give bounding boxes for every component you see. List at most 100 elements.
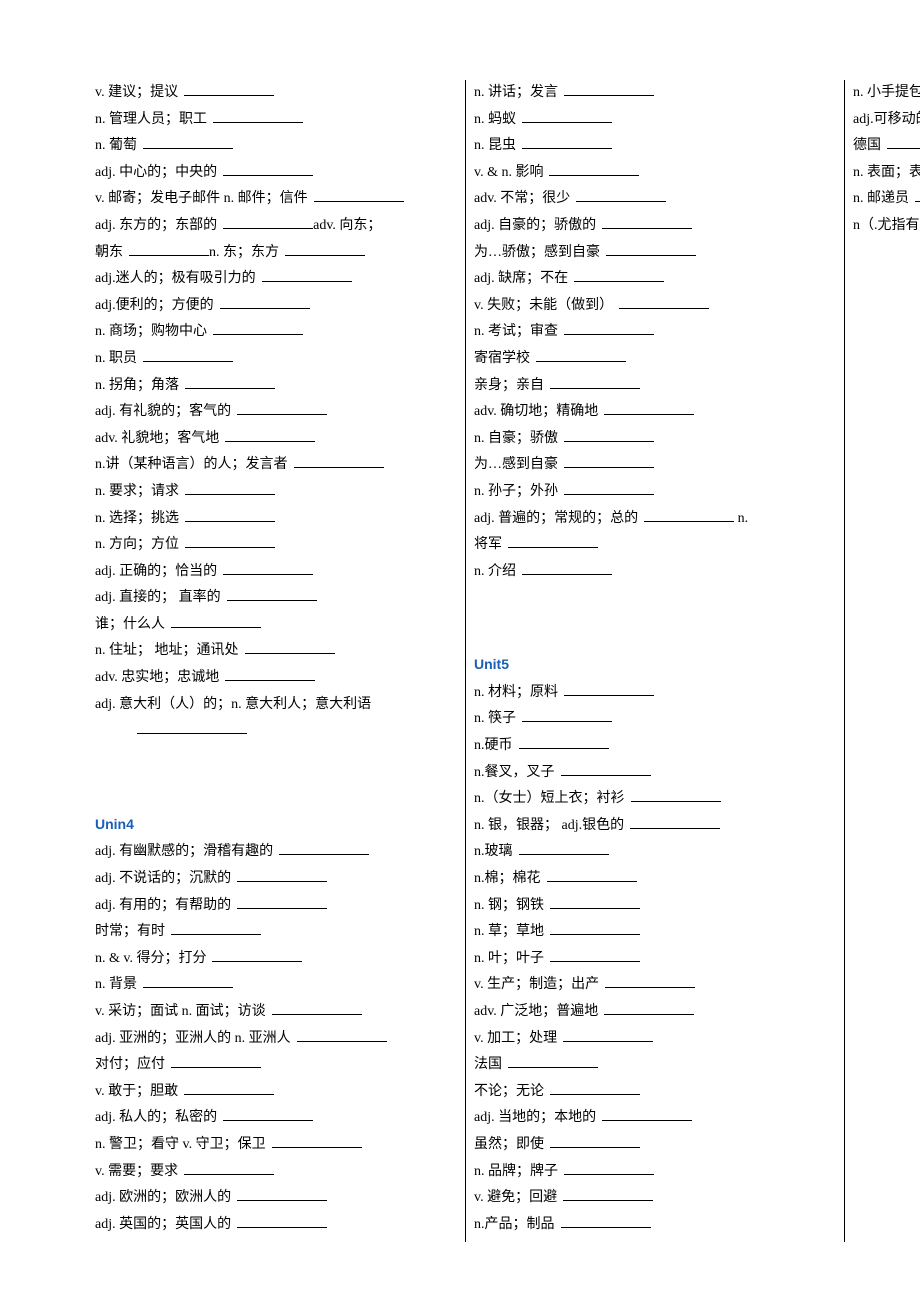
answer-blank[interactable] [185, 533, 275, 548]
answer-blank[interactable] [294, 453, 384, 468]
answer-blank[interactable] [564, 480, 654, 495]
answer-blank[interactable] [171, 1053, 261, 1068]
answer-blank[interactable] [522, 108, 612, 123]
answer-blank[interactable] [564, 453, 654, 468]
answer-blank[interactable] [631, 787, 721, 802]
answer-blank[interactable] [225, 427, 315, 442]
answer-blank[interactable] [237, 1186, 327, 1201]
answer-blank[interactable] [561, 761, 651, 776]
answer-blank[interactable] [225, 666, 315, 681]
answer-blank[interactable] [184, 1160, 274, 1175]
answer-blank[interactable] [137, 719, 247, 734]
answer-blank[interactable] [314, 187, 404, 202]
answer-blank[interactable] [245, 639, 335, 654]
answer-blank[interactable] [549, 161, 639, 176]
answer-blank[interactable] [522, 134, 612, 149]
answer-blank[interactable] [561, 1213, 651, 1228]
answer-blank[interactable] [602, 1106, 692, 1121]
answer-blank[interactable] [619, 294, 709, 309]
answer-blank[interactable] [550, 1080, 640, 1095]
vocab-line: n. 邮递员 [853, 186, 920, 213]
answer-blank[interactable] [129, 241, 209, 256]
answer-blank[interactable] [602, 214, 692, 229]
answer-blank[interactable] [508, 1053, 598, 1068]
definition-text: adj. 中心的；中央的 [95, 165, 217, 180]
answer-blank[interactable] [272, 1133, 362, 1148]
answer-blank[interactable] [563, 1186, 653, 1201]
vocab-line: adj. 有用的；有帮助的 [95, 893, 456, 920]
answer-blank[interactable] [522, 560, 612, 575]
answer-blank[interactable] [223, 560, 313, 575]
answer-blank[interactable] [550, 374, 640, 389]
answer-blank[interactable] [915, 187, 920, 202]
vocab-line: n. 表面；表层 [853, 160, 920, 187]
answer-blank[interactable] [564, 1160, 654, 1175]
answer-blank[interactable] [185, 507, 275, 522]
definition-text: n.棉；棉花 [474, 871, 541, 886]
vocab-line: adj. 欧洲的；欧洲人的 [95, 1185, 456, 1212]
answer-blank[interactable] [550, 894, 640, 909]
answer-blank[interactable] [143, 134, 233, 149]
answer-blank[interactable] [185, 374, 275, 389]
answer-blank[interactable] [536, 347, 626, 362]
vocab-line: n. & v. 得分；打分 [95, 946, 456, 973]
answer-blank[interactable] [223, 214, 313, 229]
answer-blank[interactable] [508, 533, 598, 548]
answer-blank[interactable] [564, 681, 654, 696]
answer-blank[interactable] [171, 613, 261, 628]
answer-blank[interactable] [237, 1213, 327, 1228]
answer-blank[interactable] [212, 947, 302, 962]
answer-blank[interactable] [297, 1027, 387, 1042]
answer-blank[interactable] [213, 320, 303, 335]
answer-blank[interactable] [220, 294, 310, 309]
answer-blank[interactable] [550, 1133, 640, 1148]
answer-blank[interactable] [519, 840, 609, 855]
answer-blank[interactable] [550, 947, 640, 962]
answer-blank[interactable] [285, 241, 365, 256]
answer-blank[interactable] [887, 134, 920, 149]
answer-blank[interactable] [550, 920, 640, 935]
answer-blank[interactable] [574, 267, 664, 282]
answer-blank[interactable] [605, 973, 695, 988]
answer-blank[interactable] [564, 320, 654, 335]
vocab-line: v. 敢于；胆敢 [95, 1079, 456, 1106]
answer-blank[interactable] [644, 507, 734, 522]
vocab-line: 寄宿学校 [474, 346, 835, 373]
answer-blank[interactable] [564, 81, 654, 96]
answer-blank[interactable] [227, 586, 317, 601]
answer-blank[interactable] [272, 1000, 362, 1015]
answer-blank[interactable] [237, 400, 327, 415]
answer-blank[interactable] [630, 814, 720, 829]
vocab-line: adj. 中心的；中央的 [95, 160, 456, 187]
answer-blank[interactable] [522, 707, 612, 722]
answer-blank[interactable] [604, 400, 694, 415]
answer-blank[interactable] [563, 1027, 653, 1042]
vocab-line: 朝东n. 东；东方 [95, 240, 456, 267]
definition-text: n. 背景 [95, 977, 137, 992]
vocab-line: n. 葡萄 [95, 133, 456, 160]
definition-text: n. 邮递员 [853, 191, 909, 206]
definition-text: n. 自豪；骄傲 [474, 431, 558, 446]
definition-text: 寄宿学校 [474, 351, 530, 366]
answer-blank[interactable] [237, 894, 327, 909]
answer-blank[interactable] [223, 1106, 313, 1121]
answer-blank[interactable] [185, 480, 275, 495]
answer-blank[interactable] [564, 427, 654, 442]
answer-blank[interactable] [223, 161, 313, 176]
answer-blank[interactable] [237, 867, 327, 882]
answer-blank[interactable] [262, 267, 352, 282]
answer-blank[interactable] [604, 1000, 694, 1015]
answer-blank[interactable] [143, 347, 233, 362]
answer-blank[interactable] [171, 920, 261, 935]
answer-blank[interactable] [519, 734, 609, 749]
answer-blank[interactable] [547, 867, 637, 882]
definition-text: n. 材料；原料 [474, 685, 558, 700]
definition-text: 虽然；即使 [474, 1137, 544, 1152]
answer-blank[interactable] [184, 1080, 274, 1095]
answer-blank[interactable] [279, 840, 369, 855]
answer-blank[interactable] [143, 973, 233, 988]
answer-blank[interactable] [576, 187, 666, 202]
answer-blank[interactable] [213, 108, 303, 123]
answer-blank[interactable] [184, 81, 274, 96]
answer-blank[interactable] [606, 241, 696, 256]
